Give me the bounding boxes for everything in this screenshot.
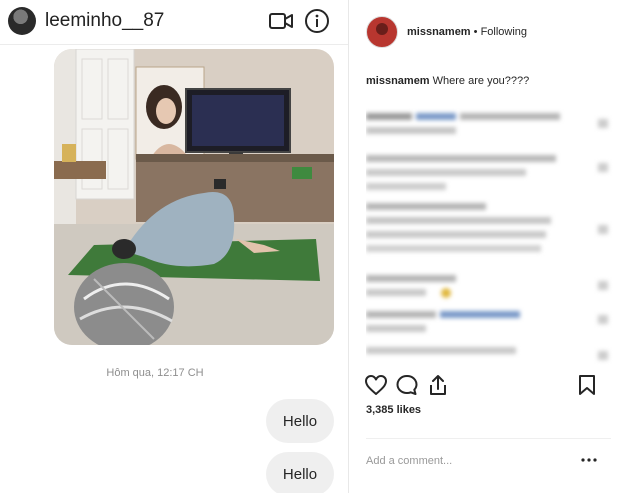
message-bubble[interactable]: Hello	[266, 452, 334, 493]
share-icon[interactable]	[427, 373, 449, 397]
comment-icon[interactable]	[395, 374, 419, 396]
message-bubble[interactable]: Hello	[266, 399, 334, 443]
post-header: missnamem • Following	[407, 26, 527, 38]
divider	[366, 438, 611, 439]
post-actions	[349, 372, 638, 400]
post-username[interactable]: missnamem	[407, 26, 471, 38]
video-call-icon[interactable]	[268, 9, 294, 33]
caption-username[interactable]: missnamem	[366, 75, 430, 87]
avatar[interactable]	[8, 7, 36, 35]
more-options-icon[interactable]	[581, 458, 597, 462]
following-button[interactable]: Following	[481, 26, 527, 38]
message-timestamp: Hôm qua, 12:17 CH	[106, 367, 204, 379]
bookmark-icon[interactable]	[578, 374, 596, 396]
comment-input[interactable]: Add a comment...	[366, 455, 452, 467]
heart-icon[interactable]	[364, 374, 388, 396]
post-avatar[interactable]	[366, 16, 398, 48]
post-caption: missnamem Where are you????	[366, 75, 529, 87]
direct-message-panel: leeminho__87 Hôm qua, 12:17 CH Hello Hel…	[0, 0, 348, 493]
post-panel: missnamem • Following missnamem Where ar…	[349, 0, 638, 493]
dm-header: leeminho__87	[0, 0, 348, 45]
blurred-comments	[366, 113, 608, 360]
info-icon[interactable]	[304, 8, 330, 34]
header-separator: •	[473, 26, 478, 38]
shared-photo[interactable]	[54, 49, 334, 345]
dm-username[interactable]: leeminho__87	[45, 10, 164, 32]
likes-count[interactable]: 3,385 likes	[366, 404, 421, 416]
caption-text: Where are you????	[432, 75, 530, 87]
